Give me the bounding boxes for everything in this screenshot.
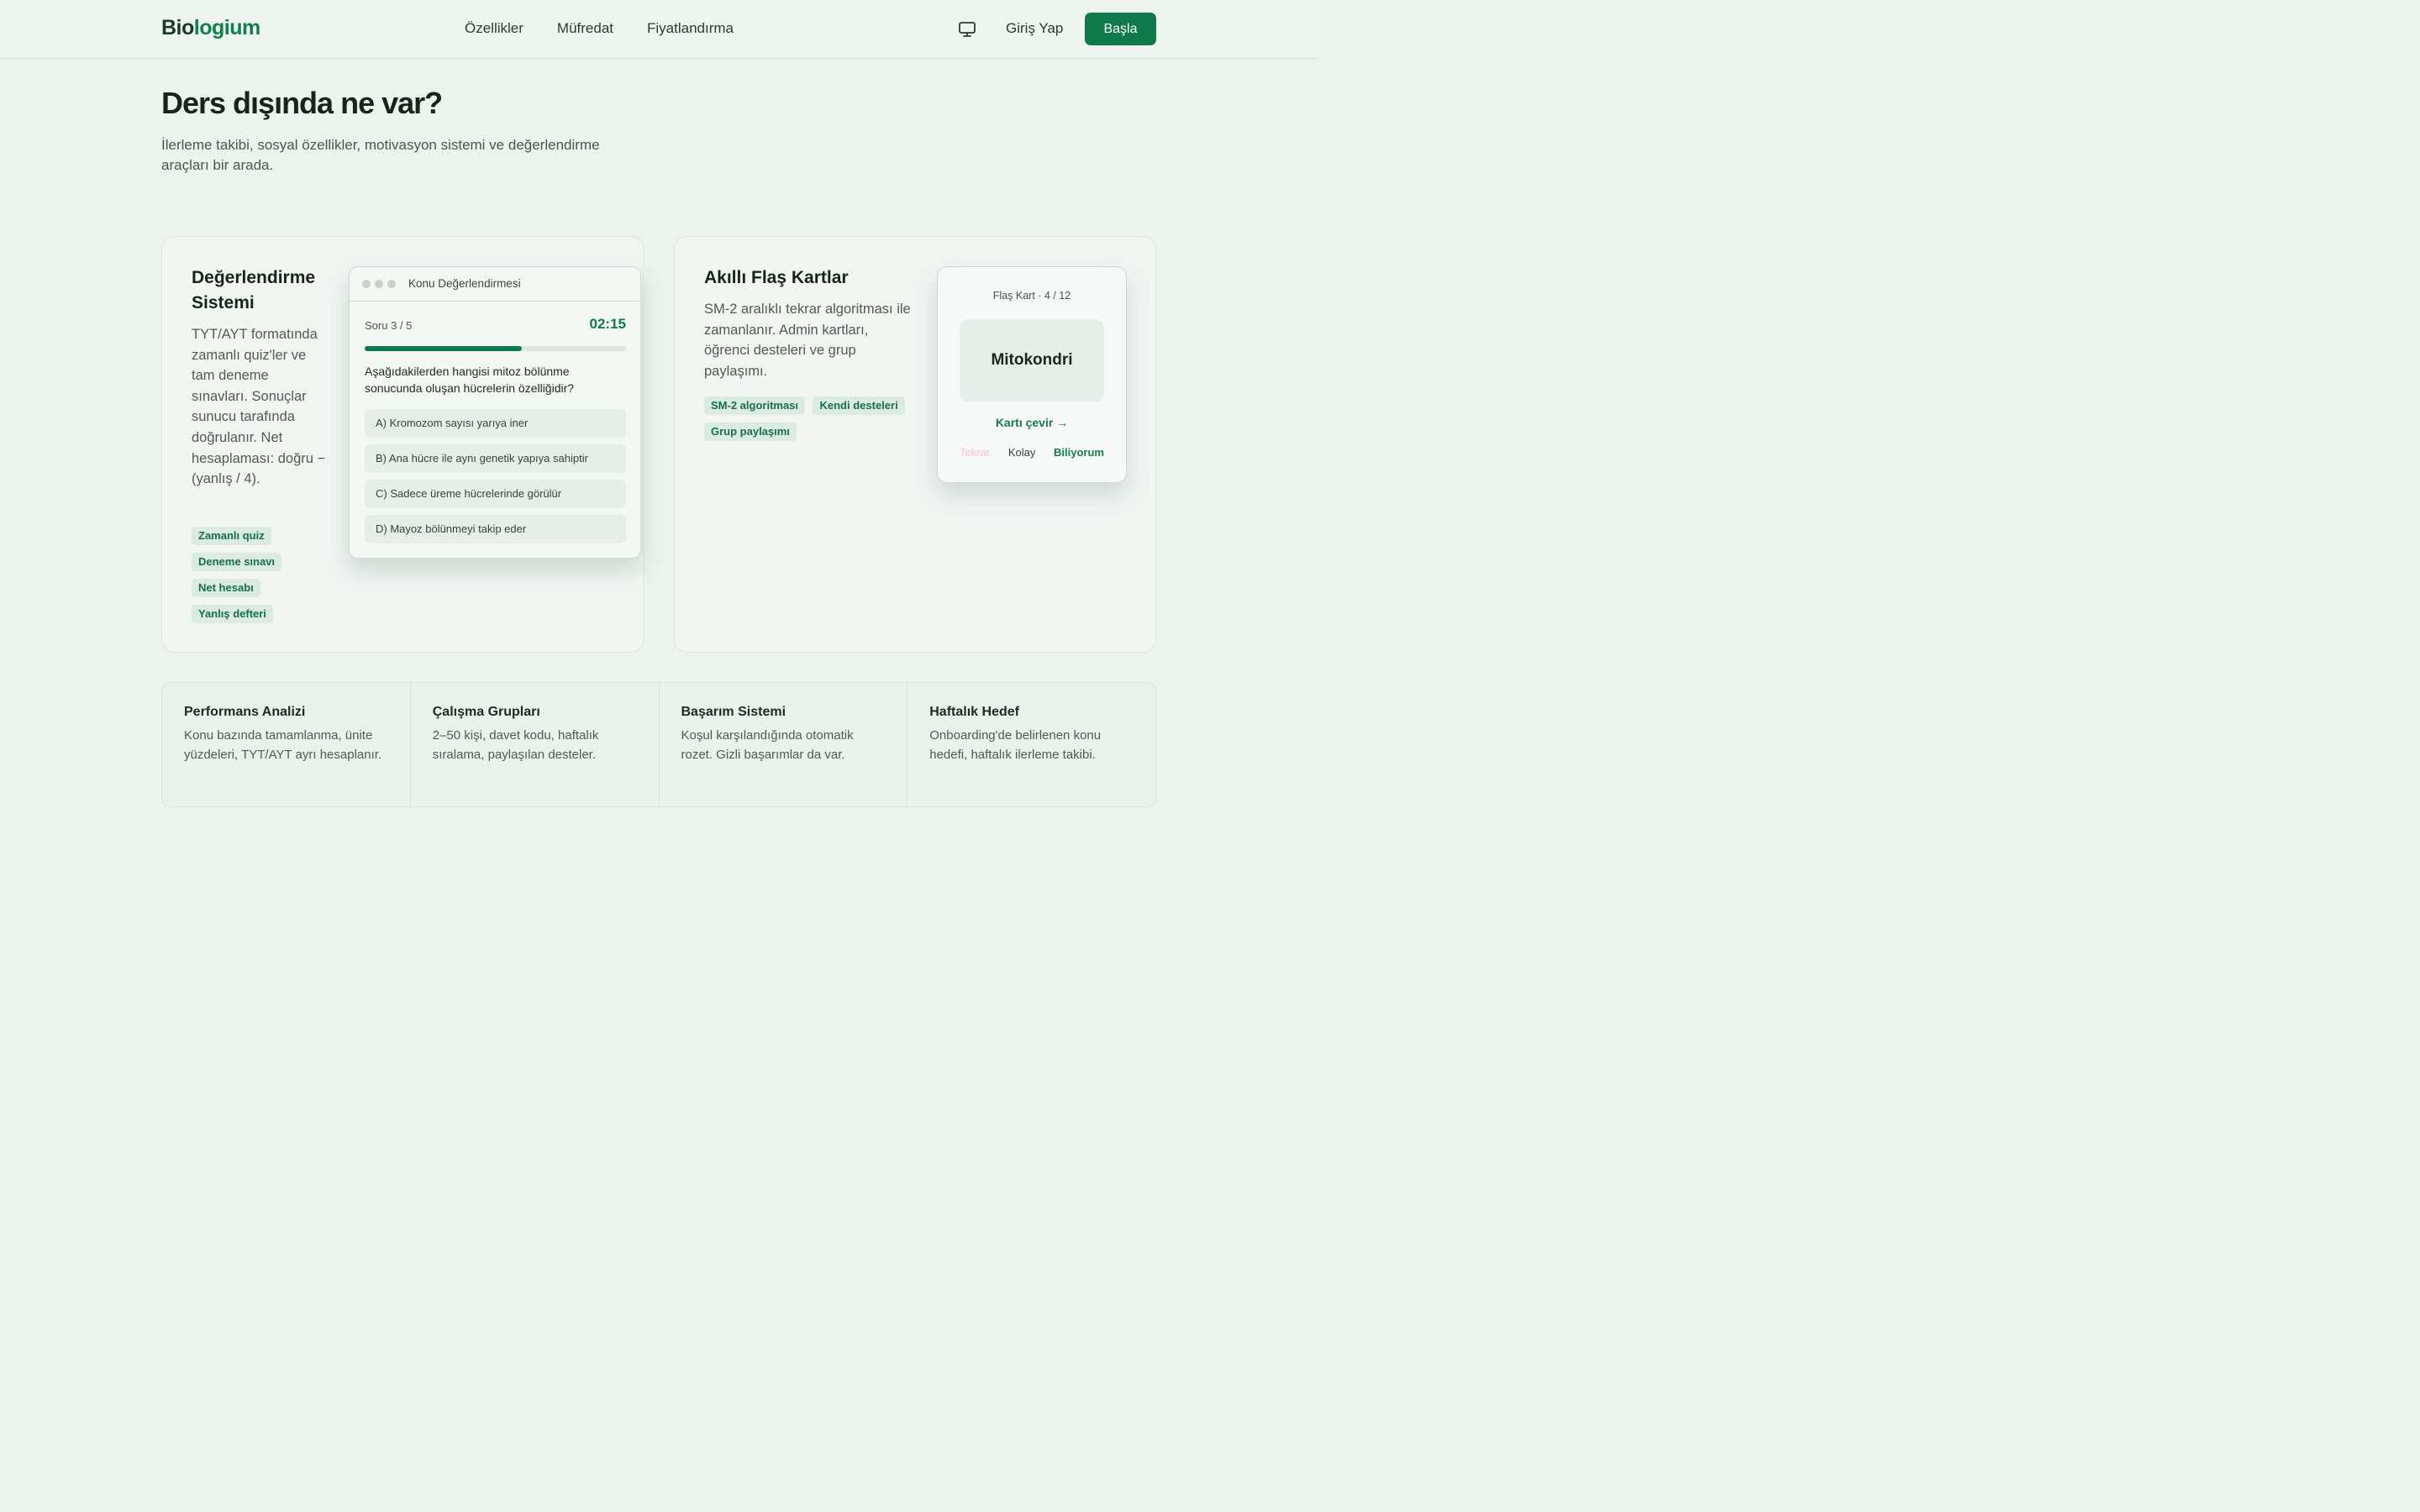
quiz-progress-fill	[365, 346, 522, 351]
quiz-window-titlebar: Konu Değerlendirmesi	[350, 267, 640, 302]
feature-title: Haftalık Hedef	[929, 705, 1019, 719]
logo[interactable]: Biologium	[161, 16, 260, 40]
feature-description: Koşul karşılandığında otomatik rozet. Gi…	[681, 728, 854, 762]
window-dot-icon	[387, 280, 396, 288]
feature-title: Çalışma Grupları	[432, 705, 540, 719]
tag-mock-exam: Deneme sınavı	[192, 553, 282, 571]
flashcards-title: Akıllı Flaş Kartlar	[704, 268, 849, 287]
start-button[interactable]: Başla	[1085, 13, 1156, 45]
quiz-progress-bar	[365, 346, 626, 351]
feature-strip: Performans Analizi Konu bazında tamamlan…	[161, 682, 1156, 807]
tag-group-sharing: Grup paylaşımı	[704, 423, 797, 441]
feature-study-groups: Çalışma Grupları 2–50 kişi, davet kodu, …	[411, 683, 660, 806]
quiz-timer: 02:15	[589, 316, 626, 332]
tag-net-score: Net hesabı	[192, 579, 260, 597]
flashcard-face[interactable]: Mitokondri	[960, 319, 1104, 402]
answer-again-button[interactable]: Tekrar	[960, 446, 990, 459]
nav-link-curriculum[interactable]: Müfredat	[557, 20, 613, 37]
feature-performance: Performans Analizi Konu bazında tamamlan…	[162, 683, 411, 806]
nav-link-features[interactable]: Özellikler	[465, 20, 523, 37]
answer-option-d[interactable]: D) Mayoz bölünmeyi takip eder	[365, 515, 626, 543]
flip-card-button[interactable]: Kartı çevir →	[938, 416, 1126, 429]
logo-part-1: Bio	[161, 16, 194, 39]
section-lead: İlerleme takibi, sosyal özellikler, moti…	[161, 137, 600, 173]
flashcard-counter: Flaş Kart · 4 / 12	[992, 290, 1071, 302]
tag-sm2-algorithm: SM-2 algoritması	[704, 396, 806, 415]
section-title: Ders dışında ne var?	[161, 86, 443, 120]
answer-option-a[interactable]: A) Kromozom sayısı yarıya iner	[365, 409, 626, 438]
flashcard-answer-buttons: Tekrar Kolay Biliyorum	[960, 446, 1104, 459]
assessment-title: Değerlendirme Sistemi	[192, 268, 316, 312]
question-text: Aşağıdakilerden hangisi mitoz bölünme so…	[365, 365, 575, 395]
feature-description: 2–50 kişi, davet kodu, haftalık sıralama…	[432, 728, 599, 762]
nav-links: Özellikler Müfredat Fiyatlandırma	[465, 20, 734, 37]
top-navbar: Biologium Özellikler Müfredat Fiyatlandı…	[0, 0, 1318, 59]
quiz-window: Konu Değerlendirmesi Soru 3 / 5 02:15 Aş…	[349, 266, 641, 559]
monitor-icon[interactable]	[958, 20, 976, 39]
flashcard-widget: Flaş Kart · 4 / 12 Mitokondri Kartı çevi…	[937, 266, 1127, 483]
feature-description: Konu bazında tamamlanma, ünite yüzdeleri…	[184, 728, 382, 762]
logo-part-2: logium	[193, 16, 260, 39]
answer-know-button[interactable]: Biliyorum	[1054, 446, 1104, 459]
window-dot-icon	[362, 280, 371, 288]
login-link[interactable]: Giriş Yap	[1006, 20, 1063, 37]
flashcards-tags: SM-2 algoritması Kendi desteleri Grup pa…	[704, 396, 923, 449]
answer-option-b[interactable]: B) Ana hücre ile aynı genetik yapıya sah…	[365, 444, 626, 473]
assessment-card: Değerlendirme Sistemi TYT/AYT formatında…	[161, 236, 644, 653]
answer-option-c[interactable]: C) Sadece üreme hücrelerinde görülür	[365, 480, 626, 508]
assessment-tags: Zamanlı quiz Deneme sınavı Net hesabı Ya…	[192, 527, 318, 631]
feature-description: Onboarding'de belirlenen konu hedefi, ha…	[929, 728, 1102, 762]
feature-weekly-goal: Haftalık Hedef Onboarding'de belirlenen …	[908, 683, 1155, 806]
tag-mistake-notebook: Yanlış defteri	[192, 605, 273, 623]
answer-easy-button[interactable]: Kolay	[1008, 446, 1036, 459]
quiz-window-title: Konu Değerlendirmesi	[408, 277, 521, 290]
window-dot-icon	[375, 280, 383, 288]
nav-link-pricing[interactable]: Fiyatlandırma	[647, 20, 734, 37]
feature-achievements: Başarım Sistemi Koşul karşılandığında ot…	[660, 683, 908, 806]
page: Biologium Özellikler Müfredat Fiyatlandı…	[0, 0, 1318, 823]
flashcards-card: Akıllı Flaş Kartlar SM-2 aralıklı tekrar…	[674, 236, 1156, 653]
feature-title: Performans Analizi	[184, 705, 306, 719]
tag-timed-quiz: Zamanlı quiz	[192, 527, 271, 545]
assessment-description: TYT/AYT formatında zamanlı quiz'ler ve t…	[192, 327, 326, 487]
question-counter: Soru 3 / 5	[365, 319, 413, 332]
tag-own-decks: Kendi desteleri	[813, 396, 905, 415]
feature-title: Başarım Sistemi	[681, 705, 786, 719]
flashcards-description: SM-2 aralıklı tekrar algoritması ile zam…	[704, 302, 911, 379]
